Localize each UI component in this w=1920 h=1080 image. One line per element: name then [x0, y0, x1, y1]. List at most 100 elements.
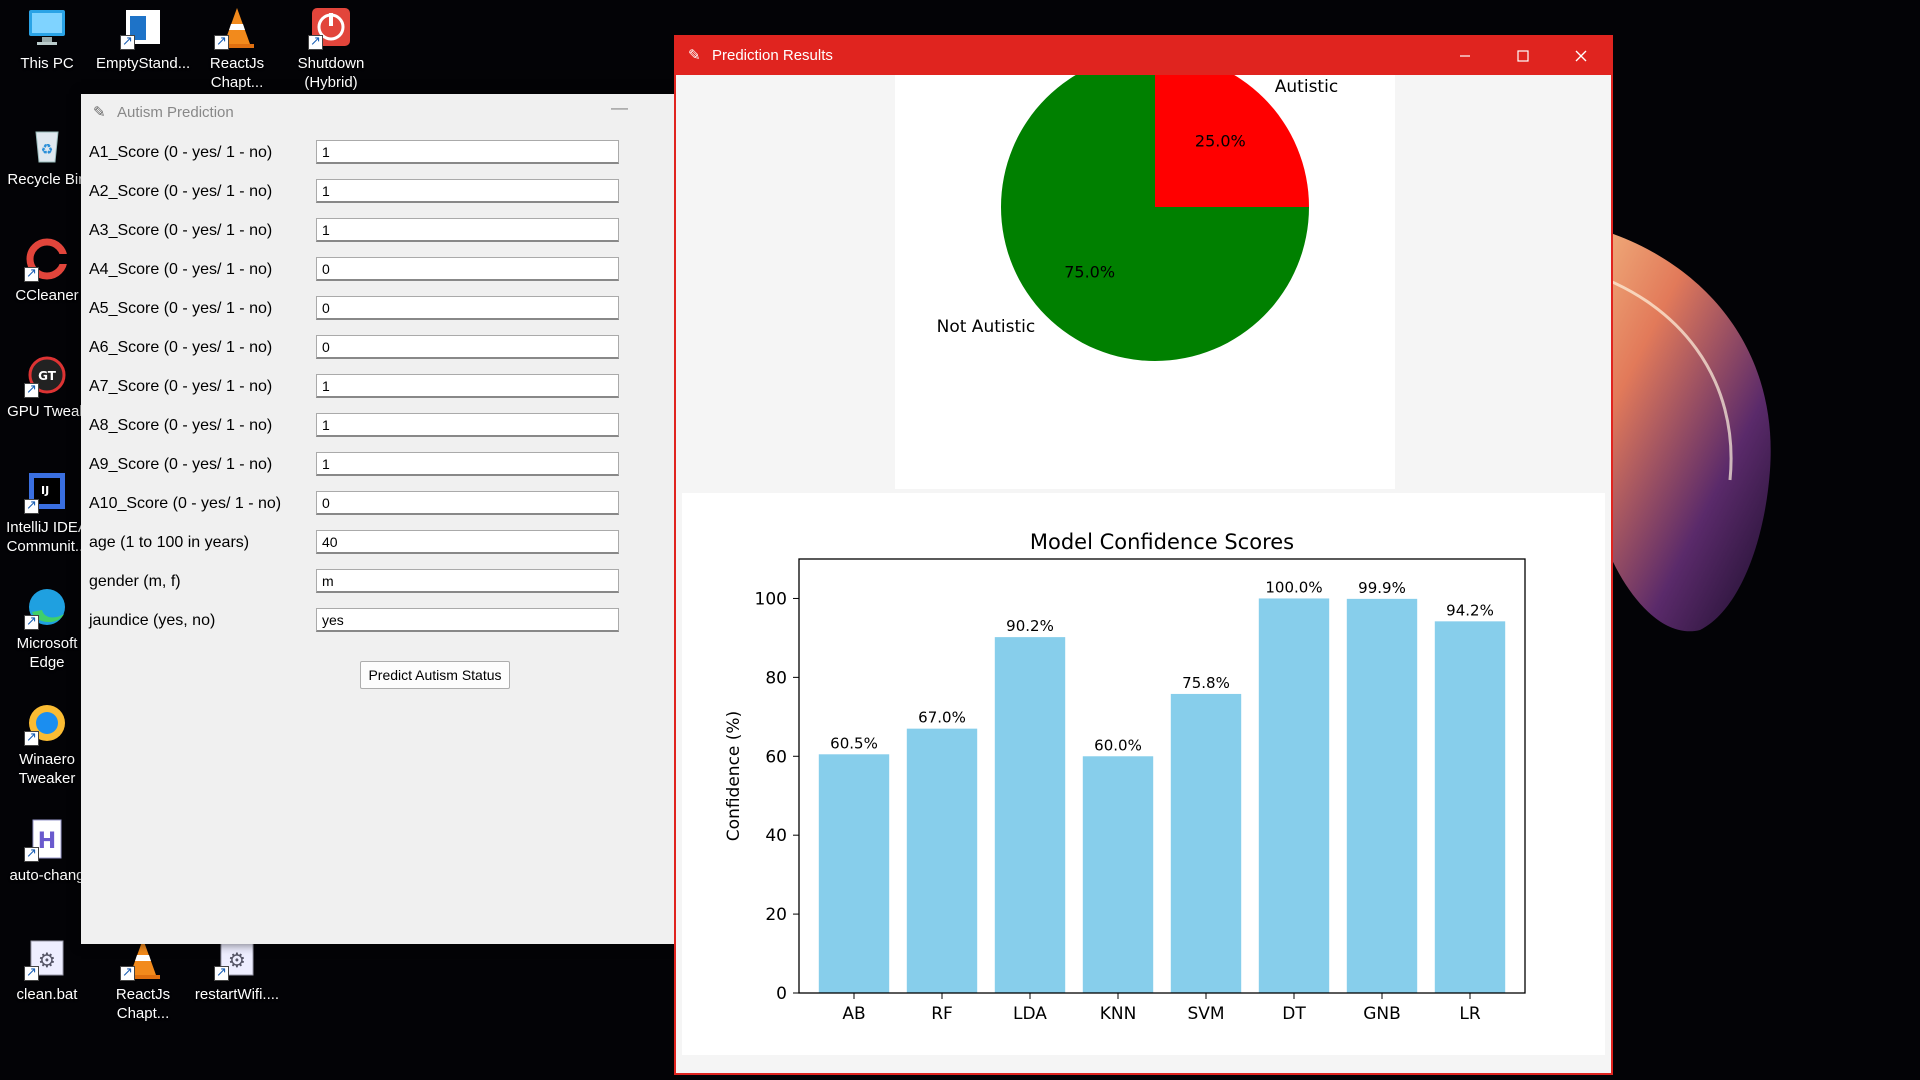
gpu-tweak-icon: GT: [24, 352, 70, 399]
prediction-pie-chart: 25.0% Autistic 75.0% Not Autistic: [937, 53, 1338, 361]
predict-button[interactable]: Predict Autism Status: [360, 661, 510, 689]
shortcut-arrow-icon: [214, 32, 229, 51]
form-row: A1_Score (0 - yes/ 1 - no): [89, 140, 619, 166]
minimize-button[interactable]: [1436, 37, 1494, 75]
monitor-icon: [24, 4, 70, 50]
field-label: A3_Score (0 - yes/ 1 - no): [89, 222, 273, 239]
desktop-icon[interactable]: EmptyStand...: [96, 4, 190, 73]
desktop-icon-label: auto-chang: [9, 867, 85, 884]
feather-icon: ✎: [93, 104, 106, 121]
y-tick-label: 20: [765, 905, 787, 925]
field-input[interactable]: [316, 452, 619, 476]
results-window-title: Prediction Results: [712, 47, 833, 64]
desktop-icon-label: clean.bat: [16, 986, 78, 1003]
desktop-icon-label: IntelliJ IDEA Communit...: [6, 519, 88, 555]
shortcut-arrow-icon: [308, 32, 323, 51]
field-input[interactable]: [316, 296, 619, 320]
form-row: A8_Score (0 - yes/ 1 - no): [89, 413, 619, 439]
desktop-icon[interactable]: IJ IntelliJ IDEA Communit...: [0, 468, 94, 556]
pie-category-label: Not Autistic: [937, 317, 1036, 337]
y-tick-label: 100: [755, 589, 787, 609]
desktop-icon[interactable]: ⚙ restartWifi....: [190, 935, 284, 1004]
pie-category-label: Autistic: [1275, 77, 1338, 97]
desktop-icon[interactable]: ♻ Recycle Bin: [0, 120, 94, 189]
x-tick-label: AB: [842, 1004, 865, 1024]
results-titlebar[interactable]: ✎ Prediction Results: [676, 37, 1611, 75]
field-input[interactable]: [316, 569, 619, 593]
desktop-icon[interactable]: ReactJs Chapt...: [96, 935, 190, 1023]
form-titlebar[interactable]: ✎ Autism Prediction —: [81, 94, 681, 130]
power-icon: [308, 4, 354, 51]
desktop-icon-label: Winaero Tweaker: [18, 751, 76, 787]
shortcut-arrow-icon: [24, 496, 39, 515]
field-input[interactable]: [316, 140, 619, 164]
bar: [818, 754, 890, 993]
desktop-icon-label: Microsoft Edge: [16, 635, 78, 671]
minimize-icon: [1460, 55, 1470, 57]
desktop-icon[interactable]: Microsoft Edge: [0, 584, 94, 672]
field-input[interactable]: [316, 179, 619, 203]
pie-percent-label: 75.0%: [1064, 262, 1115, 281]
close-icon: [1575, 50, 1587, 62]
form-row: A7_Score (0 - yes/ 1 - no): [89, 374, 619, 400]
desktop-icon-label: CCleaner: [15, 287, 79, 304]
desktop-icon[interactable]: CCleaner: [0, 236, 94, 305]
winaero-icon: [24, 700, 70, 747]
form-row: A3_Score (0 - yes/ 1 - no): [89, 218, 619, 244]
desktop-icon[interactable]: Shutdown (Hybrid): [284, 4, 378, 92]
field-label: A10_Score (0 - yes/ 1 - no): [89, 495, 282, 512]
desktop-icon[interactable]: ⚙ clean.bat: [0, 935, 94, 1004]
desktop-icon[interactable]: This PC: [0, 4, 94, 73]
x-tick-label: DT: [1282, 1004, 1306, 1024]
bar-value-label: 100.0%: [1265, 578, 1322, 596]
desktop-icon[interactable]: ReactJs Chapt...: [190, 4, 284, 92]
form-row: A9_Score (0 - yes/ 1 - no): [89, 452, 619, 478]
field-input[interactable]: [316, 335, 619, 359]
bar: [1346, 598, 1418, 993]
close-button[interactable]: [1552, 37, 1610, 75]
field-input[interactable]: [316, 257, 619, 281]
field-label: A9_Score (0 - yes/ 1 - no): [89, 456, 273, 473]
field-input[interactable]: [316, 218, 619, 242]
desktop-icon[interactable]: Hauto-chang: [0, 816, 94, 885]
form-row: gender (m, f): [89, 569, 619, 595]
maximize-button[interactable]: [1494, 37, 1552, 75]
bar-value-label: 99.9%: [1358, 579, 1406, 597]
field-label: age (1 to 100 in years): [89, 534, 250, 551]
minimize-button[interactable]: —: [611, 98, 628, 118]
desktop-icon-label: restartWifi....: [194, 986, 280, 1003]
feather-icon: ✎: [688, 47, 701, 64]
shortcut-arrow-icon: [120, 32, 135, 51]
x-tick-label: LDA: [1013, 1004, 1047, 1024]
bar-value-label: 60.0%: [1094, 736, 1142, 754]
field-input[interactable]: [316, 374, 619, 398]
field-input[interactable]: [316, 608, 619, 632]
bar: [994, 637, 1066, 993]
desktop-icon[interactable]: GT GPU Tweak: [0, 352, 94, 421]
bar-value-label: 90.2%: [1006, 617, 1054, 635]
autism-prediction-window: ✎ Autism Prediction — A1_Score (0 - yes/…: [81, 94, 681, 944]
x-tick-label: GNB: [1363, 1004, 1401, 1024]
shortcut-arrow-icon: [214, 963, 229, 982]
bar: [1434, 621, 1506, 993]
field-input[interactable]: [316, 530, 619, 554]
intellij-icon: IJ: [24, 468, 70, 515]
field-label: A6_Score (0 - yes/ 1 - no): [89, 339, 273, 356]
field-label: A7_Score (0 - yes/ 1 - no): [89, 378, 273, 395]
svg-text:⚙: ⚙: [38, 948, 56, 972]
batch-gear-icon: ⚙: [24, 935, 70, 982]
form-row: A5_Score (0 - yes/ 1 - no): [89, 296, 619, 322]
field-label: A4_Score (0 - yes/ 1 - no): [89, 261, 273, 278]
chart-title: Model Confidence Scores: [1030, 530, 1294, 554]
document-icon: H: [24, 816, 70, 863]
wallpaper-swirl: [1560, 220, 1771, 632]
svg-text:GT: GT: [38, 369, 57, 383]
form-window-title: Autism Prediction: [117, 104, 234, 121]
shortcut-arrow-icon: [120, 963, 135, 982]
field-input[interactable]: [316, 491, 619, 515]
field-input[interactable]: [316, 413, 619, 437]
shortcut-arrow-icon: [24, 844, 39, 863]
desktop-icon[interactable]: Winaero Tweaker: [0, 700, 94, 788]
form-row: jaundice (yes, no): [89, 608, 619, 634]
maximize-icon: [1517, 50, 1529, 62]
